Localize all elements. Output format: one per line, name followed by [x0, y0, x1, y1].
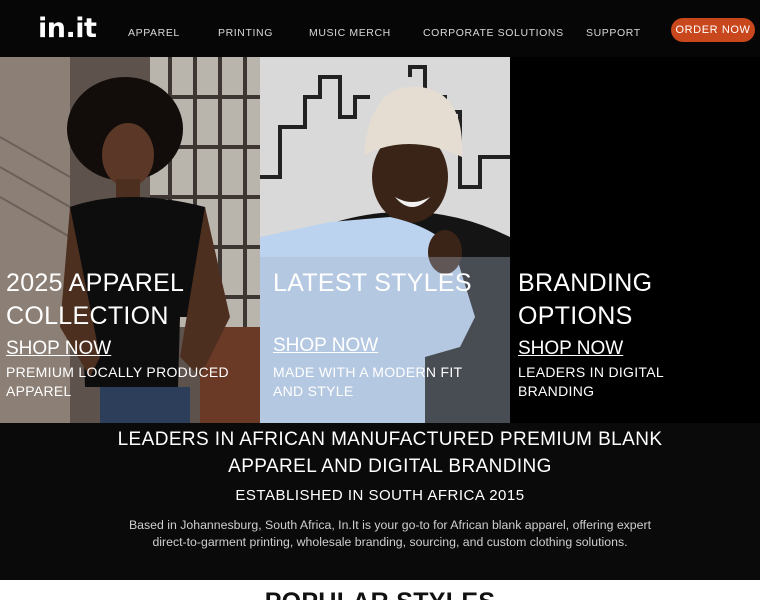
nav-item-apparel[interactable]: APPAREL: [128, 26, 180, 40]
nav-item-support[interactable]: SUPPORT: [586, 26, 641, 40]
nav-item-music-merch[interactable]: MUSIC MERCH: [309, 26, 391, 40]
hero-panel-latest-styles[interactable]: LATEST STYLES SHOP NOW MADE WITH A MODER…: [260, 57, 510, 423]
shop-now-link[interactable]: SHOP NOW: [518, 338, 623, 360]
about-headline: LEADERS IN AFRICAN MANUFACTURED PREMIUM …: [117, 429, 663, 477]
hero-section: 2025 APPAREL COLLECTION SHOP NOW PREMIUM…: [0, 57, 760, 423]
hero-panel-apparel[interactable]: 2025 APPAREL COLLECTION SHOP NOW PREMIUM…: [0, 57, 260, 423]
site-header: in.it APPAREL PRINTING MUSIC MERCH CORPO…: [0, 0, 760, 57]
main-nav: APPAREL PRINTING MUSIC MERCH CORPORATE S…: [0, 26, 760, 40]
popular-styles-section: POPULAR STYLES: [0, 580, 760, 600]
panel-description: LEADERS IN DIGITAL BRANDING: [518, 364, 664, 399]
order-now-button[interactable]: ORDER NOW: [671, 18, 755, 42]
panel-description: MADE WITH A MODERN FIT AND STYLE: [273, 364, 463, 399]
about-section: LEADERS IN AFRICAN MANUFACTURED PREMIUM …: [0, 423, 760, 580]
panel-title: BRANDING OPTIONS: [518, 269, 653, 330]
panel-description: PREMIUM LOCALLY PRODUCED APPAREL: [6, 364, 229, 399]
panel-title: 2025 APPAREL COLLECTION: [6, 269, 185, 330]
nav-item-printing[interactable]: PRINTING: [218, 26, 273, 40]
established-subheading: ESTABLISHED IN SOUTH AFRICA 2015: [235, 487, 525, 504]
nav-item-corporate-solutions[interactable]: CORPORATE SOLUTIONS: [423, 26, 564, 40]
hero-panel-branding[interactable]: BRANDING OPTIONS SHOP NOW LEADERS IN DIG…: [510, 57, 760, 423]
shop-now-link[interactable]: SHOP NOW: [273, 335, 378, 357]
popular-styles-title: POPULAR STYLES: [0, 587, 760, 600]
panel-title: LATEST STYLES: [273, 269, 472, 297]
about-body: Based in Johannesburg, South Africa, In.…: [128, 518, 652, 549]
shop-now-link[interactable]: SHOP NOW: [6, 338, 111, 360]
